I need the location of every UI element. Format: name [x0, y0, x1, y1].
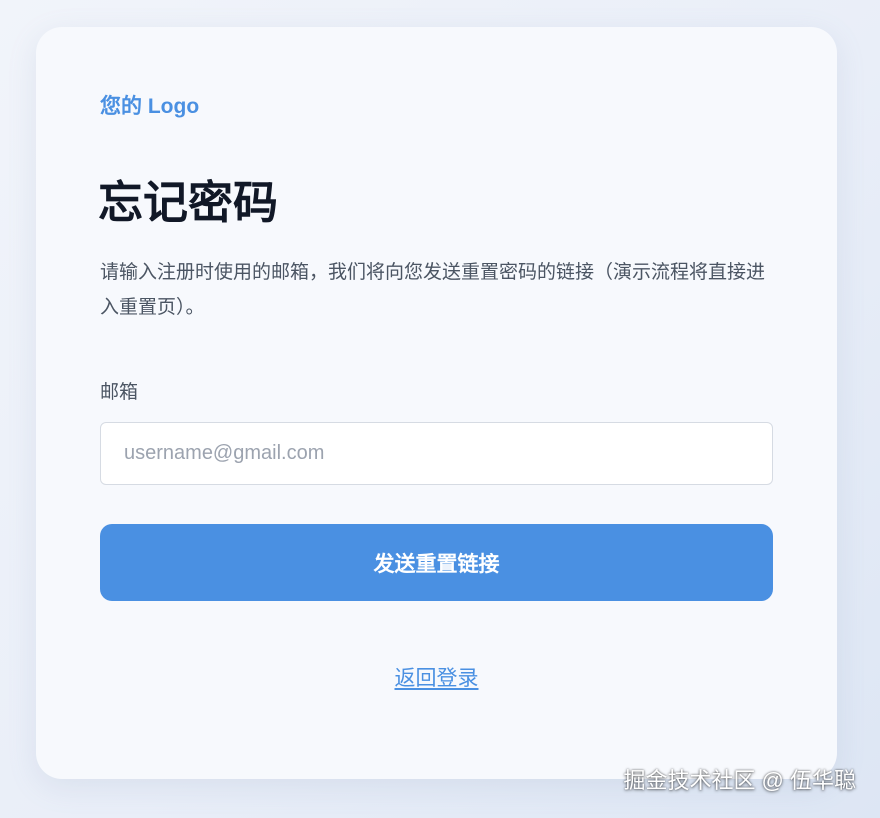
back-to-login-container: 返回登录	[36, 664, 837, 694]
send-reset-link-button[interactable]: 发送重置链接	[100, 524, 773, 601]
email-input[interactable]	[100, 422, 773, 485]
page-title: 忘记密码	[98, 177, 279, 228]
brand-logo: 您的 Logo	[100, 95, 200, 118]
watermark: 掘金技术社区 @ 伍华聪	[623, 768, 856, 793]
forgot-password-card: 您的 Logo 忘记密码 请输入注册时使用的邮箱，我们将向您发送重置密码的链接（…	[36, 27, 837, 779]
email-field-label: 邮箱	[100, 382, 139, 403]
back-to-login-link[interactable]: 返回登录	[395, 667, 479, 690]
page-description: 请输入注册时使用的邮箱，我们将向您发送重置密码的链接（演示流程将直接进入重置页）…	[100, 262, 766, 318]
